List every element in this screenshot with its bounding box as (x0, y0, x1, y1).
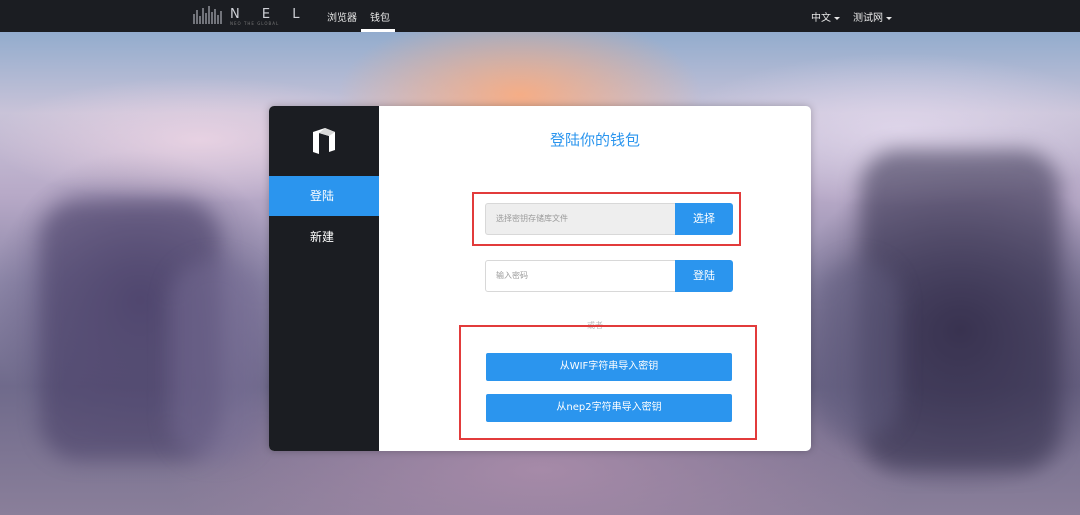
chevron-down-icon (886, 16, 892, 20)
nav-active-indicator (361, 29, 395, 32)
highlight-box-file (472, 192, 741, 246)
network-dropdown[interactable]: 测试网 (853, 9, 892, 24)
nav-link-browser[interactable]: 浏览器 (327, 9, 357, 24)
sidebar-item-label: 登陆 (309, 189, 334, 203)
chevron-down-icon (834, 16, 840, 20)
sidebar: 登陆 新建 (269, 106, 379, 451)
sidebar-item-label: 新建 (309, 230, 334, 244)
logo-text: N E L (230, 7, 309, 22)
top-navigation-bar: N E L NEO THE GLOBAL 浏览器 钱包 中文 测试网 (0, 0, 1080, 32)
nav-link-wallet[interactable]: 钱包 (370, 9, 390, 24)
language-dropdown[interactable]: 中文 (811, 9, 840, 24)
page-title: 登陆你的钱包 (549, 131, 640, 149)
password-input[interactable]: 输入密码 (485, 260, 676, 292)
network-label: 测试网 (853, 13, 883, 24)
neo-logo-icon (313, 128, 335, 154)
login-button[interactable]: 登陆 (675, 260, 733, 292)
logo-subtext: NEO THE GLOBAL (230, 21, 280, 26)
language-label: 中文 (811, 13, 831, 24)
highlight-box-import (459, 325, 757, 440)
sidebar-item-create[interactable]: 新建 (269, 217, 379, 257)
sidebar-item-login[interactable]: 登陆 (269, 176, 379, 216)
